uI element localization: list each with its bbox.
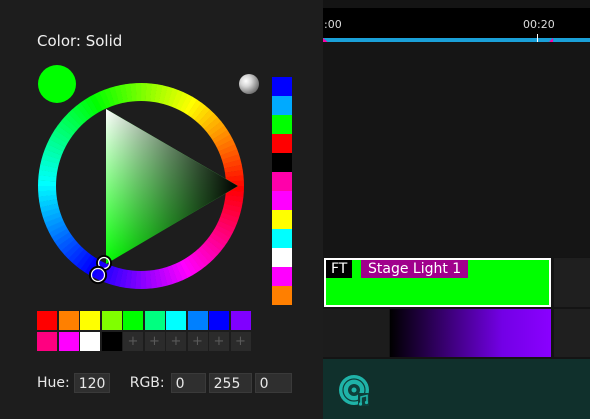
hue-input[interactable]: 120 [73, 373, 110, 393]
color-inputs-row: Hue: 120 RGB: 0 255 0 [37, 373, 292, 393]
color-swatch[interactable] [230, 311, 251, 330]
hue-ring-segment [140, 270, 147, 289]
color-swatch[interactable] [37, 332, 57, 351]
hue-ring-segment [38, 185, 57, 192]
hue-label: Hue: [37, 375, 70, 391]
preset-color-chip[interactable] [272, 134, 292, 153]
preset-color-chip[interactable] [272, 191, 292, 210]
clip-tag: FT [326, 260, 353, 278]
color-picker-panel: Color: Solid + + + + + + Hue: 120 RGB: 0 255 [0, 0, 323, 419]
preset-color-chip[interactable] [272, 96, 292, 115]
preset-color-chip[interactable] [272, 248, 292, 267]
empty-swatch-slot[interactable]: + [230, 332, 251, 351]
color-swatch[interactable] [101, 311, 122, 330]
preset-color-chip[interactable] [272, 229, 292, 248]
gradient-clip[interactable] [390, 309, 551, 357]
color-swatch[interactable] [166, 311, 186, 330]
panel-title: Color: Solid [37, 32, 123, 50]
color-swatch[interactable] [187, 311, 208, 330]
color-swatch[interactable] [209, 311, 229, 330]
time-ruler[interactable]: :00 00:20 [323, 8, 590, 50]
color-swatch[interactable] [37, 311, 57, 330]
preset-color-chip[interactable] [272, 210, 292, 229]
ruler-time-start: :00 [324, 18, 342, 31]
color-swatch[interactable] [58, 311, 79, 330]
empty-swatch-slot[interactable]: + [144, 332, 165, 351]
empty-swatch-slot[interactable]: + [187, 332, 208, 351]
timeline-footer [323, 359, 590, 419]
effect-clip[interactable]: FT Stage Light 1 [324, 258, 551, 307]
preset-color-chip[interactable] [272, 267, 292, 286]
empty-swatch-slot[interactable]: + [209, 332, 229, 351]
color-swatch[interactable] [123, 311, 143, 330]
preset-color-chip[interactable] [272, 172, 292, 191]
color-swatch[interactable] [144, 311, 165, 330]
music-disc-icon[interactable] [337, 373, 373, 409]
rgb-red-input[interactable]: 0 [170, 373, 206, 393]
ruler-time-mark: 00:20 [523, 18, 555, 31]
color-swatch[interactable] [58, 332, 79, 351]
rgb-green-input[interactable]: 255 [208, 373, 252, 393]
rgb-label: RGB: [129, 375, 165, 391]
track-area[interactable] [323, 42, 590, 257]
empty-swatch-slot[interactable]: + [166, 332, 186, 351]
clip-name: Stage Light 1 [361, 260, 469, 278]
timeline-panel: :00 00:20 FT Stage Light 1 [323, 0, 590, 419]
preset-color-chip[interactable] [272, 115, 292, 134]
empty-swatch-slot[interactable]: + [123, 332, 143, 351]
rgb-blue-input[interactable]: 0 [254, 373, 292, 393]
hue-ring-segment [135, 83, 142, 102]
color-swatch[interactable] [80, 311, 100, 330]
preset-color-strip [272, 77, 292, 305]
color-swatch[interactable] [80, 332, 100, 351]
preset-color-chip[interactable] [272, 153, 292, 172]
color-swatch[interactable] [101, 332, 122, 351]
swatch-grid: + + + + + + [37, 311, 251, 351]
track-cell[interactable] [554, 309, 590, 357]
preset-color-chip[interactable] [272, 77, 292, 96]
preset-color-chip[interactable] [272, 286, 292, 305]
color-wheel[interactable] [38, 74, 258, 304]
track-cell[interactable] [554, 258, 590, 307]
track-cell[interactable] [323, 309, 389, 357]
